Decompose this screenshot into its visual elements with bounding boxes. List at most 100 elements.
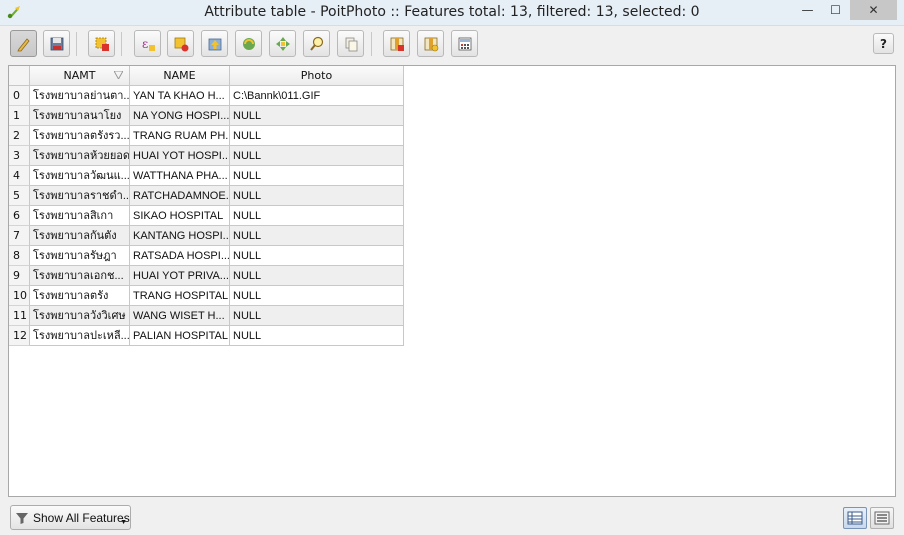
column-header-namt[interactable]: NAMT (30, 66, 130, 86)
cell-name[interactable]: SIKAO HOSPITAL (130, 206, 230, 226)
expression-select-icon: ε (142, 37, 155, 51)
row-header[interactable]: 2 (9, 126, 30, 146)
cell-photo[interactable]: NULL (230, 226, 404, 246)
attribute-table[interactable]: NAMT NAME Photo 0 โรงพยาบาลย่านตา... YAN T… (8, 65, 896, 497)
zoom-to-selection-button[interactable] (303, 30, 330, 57)
cell-photo[interactable]: NULL (230, 306, 404, 326)
row-header[interactable]: 11 (9, 306, 30, 326)
cell-name[interactable]: PALIAN HOSPITAL (130, 326, 230, 346)
cell-photo[interactable]: NULL (230, 126, 404, 146)
cell-photo[interactable]: NULL (230, 246, 404, 266)
field-calculator-button[interactable] (451, 30, 478, 57)
cell-namt[interactable]: โรงพยาบาลนาโยง (30, 106, 130, 126)
pan-to-selection-button[interactable] (269, 30, 296, 57)
cell-name[interactable]: TRANG HOSPITAL (130, 286, 230, 306)
delete-column-button[interactable] (383, 30, 410, 57)
cell-namt[interactable]: โรงพยาบาลวังวิเศษ (30, 306, 130, 326)
table-view-button[interactable] (843, 507, 867, 529)
invert-selection-icon (242, 37, 255, 50)
cell-photo[interactable]: NULL (230, 146, 404, 166)
cell-name[interactable]: RATSADA HOSPI... (130, 246, 230, 266)
cell-namt[interactable]: โรงพยาบาลห้วยยอด (30, 146, 130, 166)
row-header[interactable]: 5 (9, 186, 30, 206)
show-all-features-button[interactable]: Show All Features ▼ (10, 505, 131, 530)
row-header[interactable]: 8 (9, 246, 30, 266)
maximize-button[interactable]: ☐ (822, 0, 849, 20)
cell-name[interactable]: WATTHANA PHA... (130, 166, 230, 186)
cell-name[interactable]: TRANG RUAM PH... (130, 126, 230, 146)
cell-namt[interactable]: โรงพยาบาลราชดำ... (30, 186, 130, 206)
close-button[interactable]: ✕ (850, 0, 897, 20)
column-header-label: NAME (163, 69, 196, 82)
row-header[interactable]: 4 (9, 166, 30, 186)
minimize-button[interactable]: — (794, 0, 821, 20)
row-header[interactable]: 1 (9, 106, 30, 126)
row-header[interactable]: 7 (9, 226, 30, 246)
cell-name[interactable]: RATCHADAMNOE... (130, 186, 230, 206)
cell-name[interactable]: NA YONG HOSPI... (130, 106, 230, 126)
row-header[interactable]: 6 (9, 206, 30, 226)
column-header-name[interactable]: NAME (130, 66, 230, 86)
minimize-icon: — (801, 3, 814, 17)
show-all-features-label: Show All Features (33, 510, 130, 525)
save-icon (50, 37, 63, 50)
cell-photo[interactable]: NULL (230, 106, 404, 126)
pencil-icon (16, 37, 30, 51)
cell-namt[interactable]: โรงพยาบาลวัฒนแ... (30, 166, 130, 186)
help-button[interactable]: ? (873, 33, 894, 54)
row-header[interactable]: 9 (9, 266, 30, 286)
cell-namt[interactable]: โรงพยาบาลตรัง (30, 286, 130, 306)
select-by-expression-button[interactable]: ε (134, 30, 161, 57)
table-corner[interactable] (9, 66, 30, 86)
deselect-all-button[interactable] (167, 30, 194, 57)
cell-photo[interactable]: C:\Bannk\011.GIF (230, 86, 404, 106)
delete-column-icon (390, 37, 404, 51)
cell-namt[interactable]: โรงพยาบาลย่านตา... (30, 86, 130, 106)
field-calculator-icon (458, 37, 471, 50)
cell-namt[interactable]: โรงพยาบาลเอกช... (30, 266, 130, 286)
save-edits-button[interactable] (43, 30, 70, 57)
toolbar: ε ? (0, 26, 904, 62)
new-column-icon (424, 37, 438, 51)
row-header[interactable]: 12 (9, 326, 30, 346)
cell-name[interactable]: KANTANG HOSPI... (130, 226, 230, 246)
toolbar-separator (371, 32, 372, 56)
cell-photo[interactable]: NULL (230, 286, 404, 306)
column-header-photo[interactable]: Photo (230, 66, 404, 86)
cell-photo[interactable]: NULL (230, 186, 404, 206)
delete-selected-button[interactable] (88, 30, 115, 57)
cell-photo[interactable]: NULL (230, 326, 404, 346)
window-title: Attribute table - PoitPhoto :: Features … (204, 4, 700, 20)
toggle-editing-button[interactable] (10, 30, 37, 57)
table-view-icon (847, 511, 863, 525)
row-header[interactable]: 3 (9, 146, 30, 166)
cell-namt[interactable]: โรงพยาบาลปะเหลี... (30, 326, 130, 346)
cell-name[interactable]: HUAI YOT HOSPI... (130, 146, 230, 166)
move-selection-to-top-button[interactable] (201, 30, 228, 57)
cell-photo[interactable]: NULL (230, 166, 404, 186)
invert-selection-button[interactable] (235, 30, 262, 57)
cell-photo[interactable]: NULL (230, 206, 404, 226)
copy-selected-rows-button[interactable] (337, 30, 364, 57)
cell-name[interactable]: WANG WISET H... (130, 306, 230, 326)
dropdown-caret-icon: ▼ (120, 519, 127, 526)
cell-name[interactable]: HUAI YOT PRIVA... (130, 266, 230, 286)
row-header[interactable]: 10 (9, 286, 30, 306)
cell-namt[interactable]: โรงพยาบาลรัษฎา (30, 246, 130, 266)
cell-namt[interactable]: โรงพยาบาลตรังรว... (30, 126, 130, 146)
cell-namt[interactable]: โรงพยาบาลสิเกา (30, 206, 130, 226)
form-view-button[interactable] (870, 507, 894, 529)
cell-photo[interactable]: NULL (230, 266, 404, 286)
deselect-icon (174, 37, 188, 51)
svg-text:ε: ε (142, 37, 148, 51)
cell-name[interactable]: YAN TA KHAO H... (130, 86, 230, 106)
column-header-label: Photo (300, 69, 333, 82)
form-view-icon (874, 511, 890, 525)
row-header[interactable]: 0 (9, 86, 30, 106)
new-column-button[interactable] (417, 30, 444, 57)
delete-selected-icon (95, 37, 109, 51)
close-icon: ✕ (868, 3, 879, 17)
filter-icon (16, 512, 28, 524)
toolbar-separator (76, 32, 77, 56)
cell-namt[interactable]: โรงพยาบาลกันตัง (30, 226, 130, 246)
